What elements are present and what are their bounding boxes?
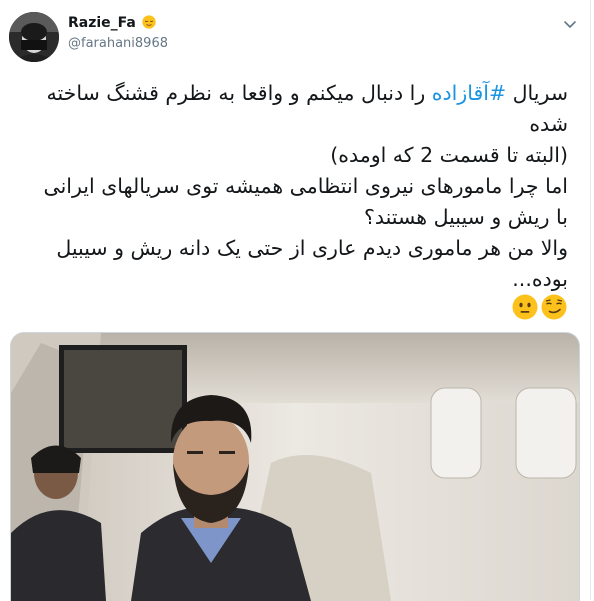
photo-image — [11, 333, 579, 601]
author-display-name[interactable]: Razie_Fa — [68, 15, 156, 31]
line-text: را دنبال میکنم و واقعا به نظرم قشنگ ساخت… — [46, 81, 432, 105]
tweet-line: اما چرا مامورهای نیروی انتظامی همیشه توی… — [43, 174, 569, 198]
trailing-emojis — [512, 294, 568, 322]
tweet-line: بوده... — [512, 267, 568, 291]
relieved-face-emoji-icon — [142, 15, 156, 29]
neutral-face-emoji-icon — [512, 294, 538, 320]
avatar[interactable] — [9, 12, 59, 62]
tweet-line: (البته تا قسمت 2 که اومده) — [330, 143, 568, 167]
tweet-line: سریال #آقازاده را دنبال میکنم و واقعا به… — [20, 78, 568, 109]
tweet-text: سریال #آقازاده را دنبال میکنم و واقعا به… — [20, 78, 569, 295]
smirking-face-emoji-icon — [541, 294, 567, 320]
hashtag-link[interactable]: #آقازاده — [432, 81, 506, 105]
line-text: سریال — [506, 81, 568, 105]
tweet-line: با ریش و سیبیل هستند؟ — [363, 205, 568, 229]
author-handle[interactable]: @farahani8968 — [68, 36, 168, 51]
chevron-down-icon[interactable] — [560, 14, 580, 34]
tweet-media-photo[interactable] — [10, 332, 580, 601]
display-name-text: Razie_Fa — [68, 15, 136, 31]
tweet-card[interactable]: Razie_Fa @farahani8968 سریال #آقازاده را… — [0, 0, 591, 601]
tweet-line: والا من هر ماموری دیدم عاری از حتی یک دا… — [56, 236, 568, 260]
tweet-line: شده — [529, 112, 568, 136]
